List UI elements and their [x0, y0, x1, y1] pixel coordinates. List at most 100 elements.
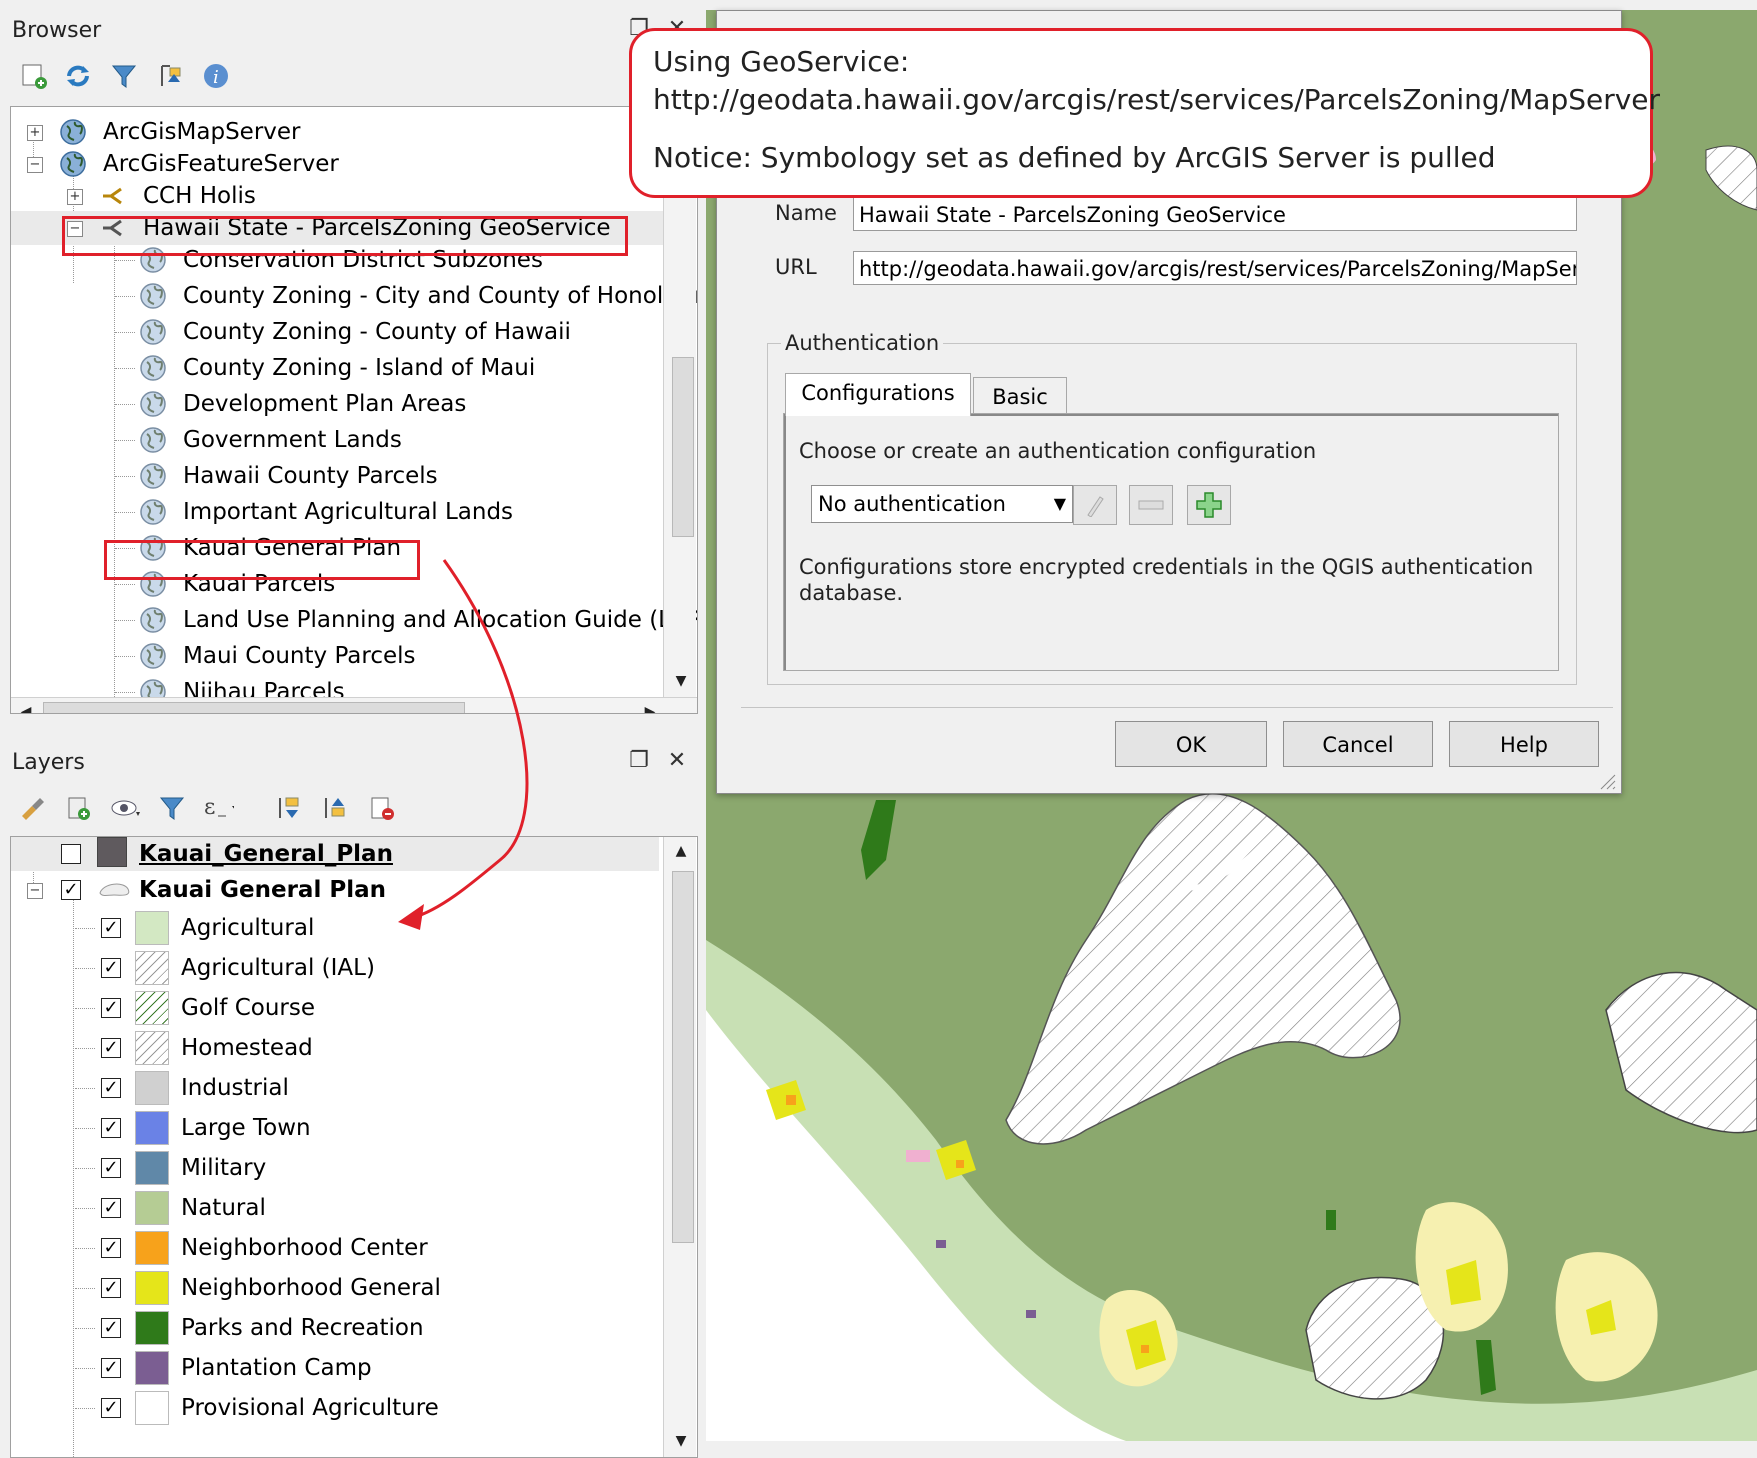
callout-annotation: Using GeoService: http://geodata.hawaii.… — [629, 28, 1660, 198]
tab-configurations[interactable]: Configurations — [785, 373, 971, 416]
legend-item[interactable]: ✓ Homestead — [11, 1031, 659, 1065]
legend-item[interactable]: ✓ Plantation Camp — [11, 1351, 659, 1385]
legend-item[interactable]: ✓ Agricultural — [11, 911, 659, 945]
legend-item[interactable]: ✓ Provisional Agriculture — [11, 1391, 659, 1425]
legend-item[interactable]: ✓ Golf Course — [11, 991, 659, 1025]
tree-item-honolulu-zoning[interactable]: County Zoning - City and County of Honol… — [11, 279, 697, 313]
legend-item-checkbox[interactable]: ✓ — [101, 998, 121, 1018]
tree-item-maui-zoning[interactable]: County Zoning - Island of Maui — [11, 351, 661, 385]
help-button[interactable]: Help — [1449, 721, 1599, 767]
refresh-icon[interactable] — [62, 60, 94, 92]
tree-item-label: Hawaii County Parcels — [183, 463, 438, 489]
tree-item-important-ag[interactable]: Important Agricultural Lands — [11, 495, 661, 529]
close-panel-icon[interactable]: ✕ — [664, 748, 690, 774]
tree-item-label: ArcGisFeatureServer — [103, 151, 339, 177]
expand-icon[interactable]: + — [67, 189, 83, 205]
expand-all-icon[interactable] — [272, 792, 304, 824]
connection-icon — [103, 187, 122, 205]
legend-item-checkbox[interactable]: ✓ — [101, 1078, 121, 1098]
layer-visibility-checkbox[interactable]: ✓ — [61, 880, 81, 900]
tree-item-arcgis-featureserver[interactable]: − ArcGisFeatureServer — [11, 147, 691, 181]
legend-item-checkbox[interactable]: ✓ — [101, 1198, 121, 1218]
visibility-icon[interactable] — [110, 792, 142, 824]
filter-legend-icon[interactable] — [156, 792, 188, 824]
add-group-icon[interactable] — [62, 792, 94, 824]
add-selected-icon[interactable] — [18, 60, 50, 92]
float-panel-icon[interactable]: ❐ — [626, 748, 652, 774]
auth-config-select[interactable]: No authentication ▼ — [811, 485, 1073, 523]
collapse-all-icon[interactable] — [154, 60, 186, 92]
legend-item[interactable]: ✓ Parks and Recreation — [11, 1311, 659, 1345]
scroll-down-icon[interactable]: ▼ — [670, 673, 692, 689]
tree-item-government-lands[interactable]: Government Lands — [11, 423, 661, 457]
legend-item-checkbox[interactable]: ✓ — [101, 1358, 121, 1378]
legend-item-checkbox[interactable]: ✓ — [101, 1278, 121, 1298]
scroll-left-icon[interactable]: ◀ — [15, 704, 37, 713]
polygon-layer-icon — [99, 883, 130, 896]
tree-item-hawaii-zoning[interactable]: County Zoning - County of Hawaii — [11, 315, 661, 349]
browser-horizontal-scrollbar[interactable]: ◀ ▶ — [11, 697, 697, 713]
add-auth-button[interactable] — [1187, 485, 1231, 525]
scrollbar-thumb[interactable] — [672, 871, 694, 1243]
tree-item-maui-parcels[interactable]: Maui County Parcels — [11, 639, 661, 673]
layers-title: Layers — [12, 750, 85, 775]
layers-panel: Layers ❐ ✕ ε Kauai_General_Plan − ✓ Kaua… — [0, 740, 706, 1458]
legend-item-checkbox[interactable]: ✓ — [101, 1158, 121, 1178]
name-input[interactable]: Hawaii State - ParcelsZoning GeoService — [853, 197, 1577, 231]
ok-button[interactable]: OK — [1115, 721, 1267, 767]
scroll-up-icon[interactable]: ▲ — [670, 843, 692, 859]
collapse-icon[interactable]: − — [27, 883, 43, 899]
style-icon[interactable] — [16, 792, 48, 824]
collapse-icon[interactable]: − — [27, 157, 43, 173]
legend-item-label: Golf Course — [181, 995, 315, 1021]
tree-item-hawaii-parcels[interactable]: Hawaii County Parcels — [11, 459, 661, 493]
resize-grip-icon[interactable] — [1597, 771, 1617, 791]
legend-item-label: Provisional Agriculture — [181, 1395, 439, 1421]
expression-filter-icon[interactable]: ε — [202, 792, 234, 824]
info-icon[interactable]: i — [200, 60, 232, 92]
tree-item-lupag[interactable]: Land Use Planning and Allocation Guide (… — [11, 603, 697, 637]
tree-item-arcgis-mapserver[interactable]: + ArcGisMapServer — [11, 115, 691, 149]
layers-vertical-scrollbar[interactable]: ▲ ▼ — [663, 837, 696, 1457]
filter-icon[interactable] — [108, 60, 140, 92]
globe-icon — [60, 119, 86, 145]
legend-item[interactable]: ✓ Industrial — [11, 1071, 659, 1105]
legend-item[interactable]: ✓ Neighborhood Center — [11, 1231, 659, 1265]
legend-item[interactable]: ✓ Military — [11, 1151, 659, 1185]
legend-item[interactable]: ✓ Agricultural (IAL) — [11, 951, 659, 985]
layer-row-kauai-general-plan-top[interactable]: Kauai_General_Plan — [11, 837, 659, 871]
legend-swatch — [135, 1151, 169, 1185]
svg-text:ε: ε — [204, 795, 215, 820]
globe-icon — [60, 151, 86, 177]
collapse-all-icon[interactable] — [318, 792, 350, 824]
legend-item-checkbox[interactable]: ✓ — [101, 1238, 121, 1258]
legend-item-label: Neighborhood General — [181, 1275, 441, 1301]
legend-item[interactable]: ✓ Neighborhood General — [11, 1271, 659, 1305]
legend-item-label: Agricultural (IAL) — [181, 955, 375, 981]
tab-basic[interactable]: Basic — [973, 377, 1067, 416]
edit-auth-button[interactable] — [1073, 485, 1117, 525]
cancel-button[interactable]: Cancel — [1283, 721, 1433, 767]
scrollbar-thumb[interactable] — [43, 702, 465, 713]
layer-visibility-checkbox[interactable] — [61, 844, 81, 864]
legend-item[interactable]: ✓ Large Town — [11, 1111, 659, 1145]
tree-item-development-plan[interactable]: Development Plan Areas — [11, 387, 661, 421]
legend-item-checkbox[interactable]: ✓ — [101, 918, 121, 938]
scroll-down-icon[interactable]: ▼ — [670, 1433, 692, 1449]
legend-item-checkbox[interactable]: ✓ — [101, 1398, 121, 1418]
legend-swatch — [135, 991, 169, 1025]
expand-icon[interactable]: + — [27, 125, 43, 141]
tree-item-cch-holis[interactable]: + CCH Holis — [11, 179, 691, 213]
scrollbar-thumb[interactable] — [672, 357, 694, 537]
layer-row-kauai-general-plan[interactable]: − ✓ Kauai General Plan — [11, 873, 659, 907]
url-input[interactable]: http://geodata.hawaii.gov/arcgis/rest/se… — [853, 251, 1577, 285]
legend-item-checkbox[interactable]: ✓ — [101, 1038, 121, 1058]
legend-item-checkbox[interactable]: ✓ — [101, 958, 121, 978]
legend-item-checkbox[interactable]: ✓ — [101, 1118, 121, 1138]
remove-layer-icon[interactable] — [366, 792, 398, 824]
legend-item-checkbox[interactable]: ✓ — [101, 1318, 121, 1338]
remove-auth-button[interactable] — [1129, 485, 1173, 525]
globe-icon — [140, 427, 166, 453]
legend-item[interactable]: ✓ Natural — [11, 1191, 659, 1225]
scroll-right-icon[interactable]: ▶ — [639, 704, 661, 713]
